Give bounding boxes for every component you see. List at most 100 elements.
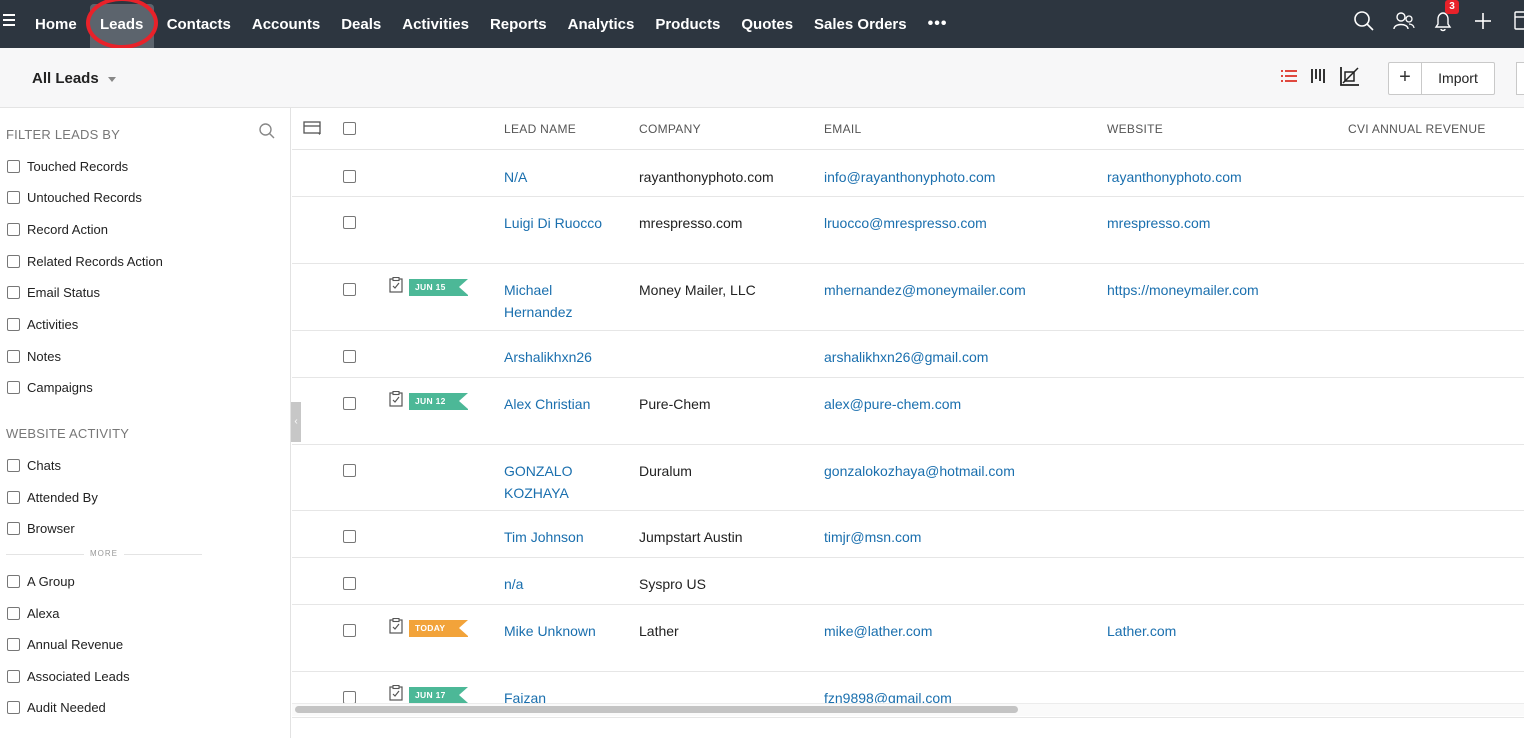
tab-quotes[interactable]: Quotes (741, 16, 793, 33)
filter-chats[interactable]: Chats (7, 458, 61, 473)
task-clipboard-icon[interactable] (389, 391, 403, 407)
tab-sales-orders[interactable]: Sales Orders (814, 16, 907, 33)
row-checkbox[interactable] (343, 216, 356, 229)
lead-name-link[interactable]: Tim Johnson (504, 526, 614, 548)
checkbox[interactable] (7, 286, 20, 299)
table-row[interactable]: GONZALO KOZHAYA Duralum gonzalokozhaya@hot… (292, 445, 1524, 511)
checkbox[interactable] (7, 607, 20, 620)
row-checkbox[interactable] (343, 350, 356, 363)
checkbox[interactable] (7, 191, 20, 204)
calendar-icon[interactable] (1510, 10, 1524, 32)
header-company[interactable]: COMPANY (639, 122, 701, 136)
filter-browser[interactable]: Browser (7, 521, 75, 536)
row-checkbox[interactable] (343, 464, 356, 477)
header-lead-name[interactable]: LEAD NAME (504, 122, 576, 136)
table-row[interactable]: Arshalikhxn26 arshalikhxn26@gmail.com (292, 331, 1524, 378)
table-row[interactable]: Luigi Di Ruocco mrespresso.com lruocco@mre… (292, 197, 1524, 264)
filter-activities[interactable]: Activities (7, 317, 78, 332)
tab-accounts[interactable]: Accounts (252, 16, 320, 33)
checkbox[interactable] (7, 223, 20, 236)
checkbox[interactable] (7, 638, 20, 651)
kanban-view-icon[interactable] (1311, 68, 1325, 86)
filter-a-group[interactable]: A Group (7, 574, 75, 589)
task-clipboard-icon[interactable] (389, 277, 403, 293)
website-link[interactable]: mrespresso.com (1107, 212, 1210, 234)
task-clipboard-icon[interactable] (389, 685, 403, 701)
tab-home[interactable]: Home (35, 16, 77, 33)
create-lead-button[interactable]: + (1389, 63, 1422, 94)
header-website[interactable]: WEBSITE (1107, 122, 1163, 136)
import-button[interactable]: Import (1422, 63, 1494, 94)
lead-name-link[interactable]: Luigi Di Ruocco (504, 212, 614, 234)
website-link[interactable]: https://moneymailer.com (1107, 279, 1259, 301)
checkbox[interactable] (7, 160, 20, 173)
table-row[interactable]: N/A rayanthonyphoto.com info@rayanthonypho… (292, 151, 1524, 197)
list-view-icon[interactable] (1281, 68, 1297, 86)
filter-campaigns[interactable]: Campaigns (7, 380, 93, 395)
filter-alexa[interactable]: Alexa (7, 606, 60, 621)
filter-email-status[interactable]: Email Status (7, 285, 100, 300)
header-cvi-annual-revenue[interactable]: CVI ANNUAL REVENUE (1348, 122, 1486, 136)
filter-related-records-action[interactable]: Related Records Action (7, 254, 163, 269)
filter-record-action[interactable]: Record Action (7, 222, 108, 237)
tab-contacts[interactable]: Contacts (167, 16, 231, 33)
header-email[interactable]: EMAIL (824, 122, 862, 136)
checkbox[interactable] (7, 350, 20, 363)
table-row[interactable]: JUN 12 Alex Christian Pure-Chem alex@pure-c… (292, 378, 1524, 445)
filter-touched-records[interactable]: Touched Records (7, 159, 128, 174)
chevron-down-icon[interactable] (108, 77, 116, 82)
email-link[interactable]: alex@pure-chem.com (824, 393, 961, 415)
filter-associated-leads[interactable]: Associated Leads (7, 669, 130, 684)
checkbox[interactable] (7, 575, 20, 588)
email-link[interactable]: info@rayanthonyphoto.com (824, 166, 995, 188)
lead-name-link[interactable]: Arshalikhxn26 (504, 346, 614, 368)
more-tabs-button[interactable]: ••• (928, 15, 948, 33)
tab-analytics[interactable]: Analytics (568, 16, 635, 33)
search-icon[interactable] (1353, 10, 1375, 32)
filter-attended-by[interactable]: Attended By (7, 490, 98, 505)
canvas-view-icon[interactable] (1339, 65, 1361, 89)
email-link[interactable]: lruocco@mrespresso.com (824, 212, 987, 234)
checkbox[interactable] (7, 459, 20, 472)
row-checkbox[interactable] (343, 577, 356, 590)
row-checkbox[interactable] (343, 397, 356, 410)
tab-deals[interactable]: Deals (341, 16, 381, 33)
row-checkbox[interactable] (343, 283, 356, 296)
lead-name-link[interactable]: Mike Unknown (504, 620, 614, 642)
filter-untouched-records[interactable]: Untouched Records (7, 190, 142, 205)
website-link[interactable]: Lather.com (1107, 620, 1176, 642)
lead-name-link[interactable]: GONZALO KOZHAYA (504, 460, 614, 504)
email-link[interactable]: arshalikhxn26@gmail.com (824, 346, 988, 368)
filter-notes[interactable]: Notes (7, 349, 61, 364)
email-link[interactable]: mhernandez@moneymailer.com (824, 279, 1026, 301)
tab-leads[interactable]: Leads (100, 16, 143, 33)
plus-icon[interactable] (1472, 10, 1494, 32)
tab-activities[interactable]: Activities (402, 16, 469, 33)
tab-leads-wrapper[interactable]: Leads (83, 0, 161, 49)
checkbox[interactable] (7, 318, 20, 331)
lead-name-link[interactable]: Alex Christian (504, 393, 614, 415)
checkbox[interactable] (7, 522, 20, 535)
row-checkbox[interactable] (343, 530, 356, 543)
menu-icon[interactable] (3, 14, 15, 28)
more-actions-button[interactable] (1516, 62, 1524, 95)
website-link[interactable]: rayanthonyphoto.com (1107, 166, 1242, 188)
row-checkbox[interactable] (343, 624, 356, 637)
table-row[interactable]: JUN 15 Michael Hernandez Money Mailer, LLC… (292, 264, 1524, 331)
lead-name-link[interactable]: n/a (504, 573, 614, 595)
tab-products[interactable]: Products (655, 16, 720, 33)
email-link[interactable]: mike@lather.com (824, 620, 932, 642)
checkbox[interactable] (7, 701, 20, 714)
lead-name-link[interactable]: Michael Hernandez (504, 279, 614, 323)
email-link[interactable]: timjr@msn.com (824, 526, 921, 548)
tab-reports[interactable]: Reports (490, 16, 547, 33)
lead-name-link[interactable]: N/A (504, 166, 614, 188)
checkbox[interactable] (7, 670, 20, 683)
task-clipboard-icon[interactable] (389, 618, 403, 634)
table-row[interactable]: n/a Syspro US (292, 558, 1524, 605)
custom-view-selector[interactable]: All Leads (32, 70, 99, 87)
checkbox[interactable] (7, 491, 20, 504)
row-checkbox[interactable] (343, 170, 356, 183)
filter-audit-needed[interactable]: Audit Needed (7, 700, 106, 715)
search-icon[interactable] (259, 123, 275, 139)
